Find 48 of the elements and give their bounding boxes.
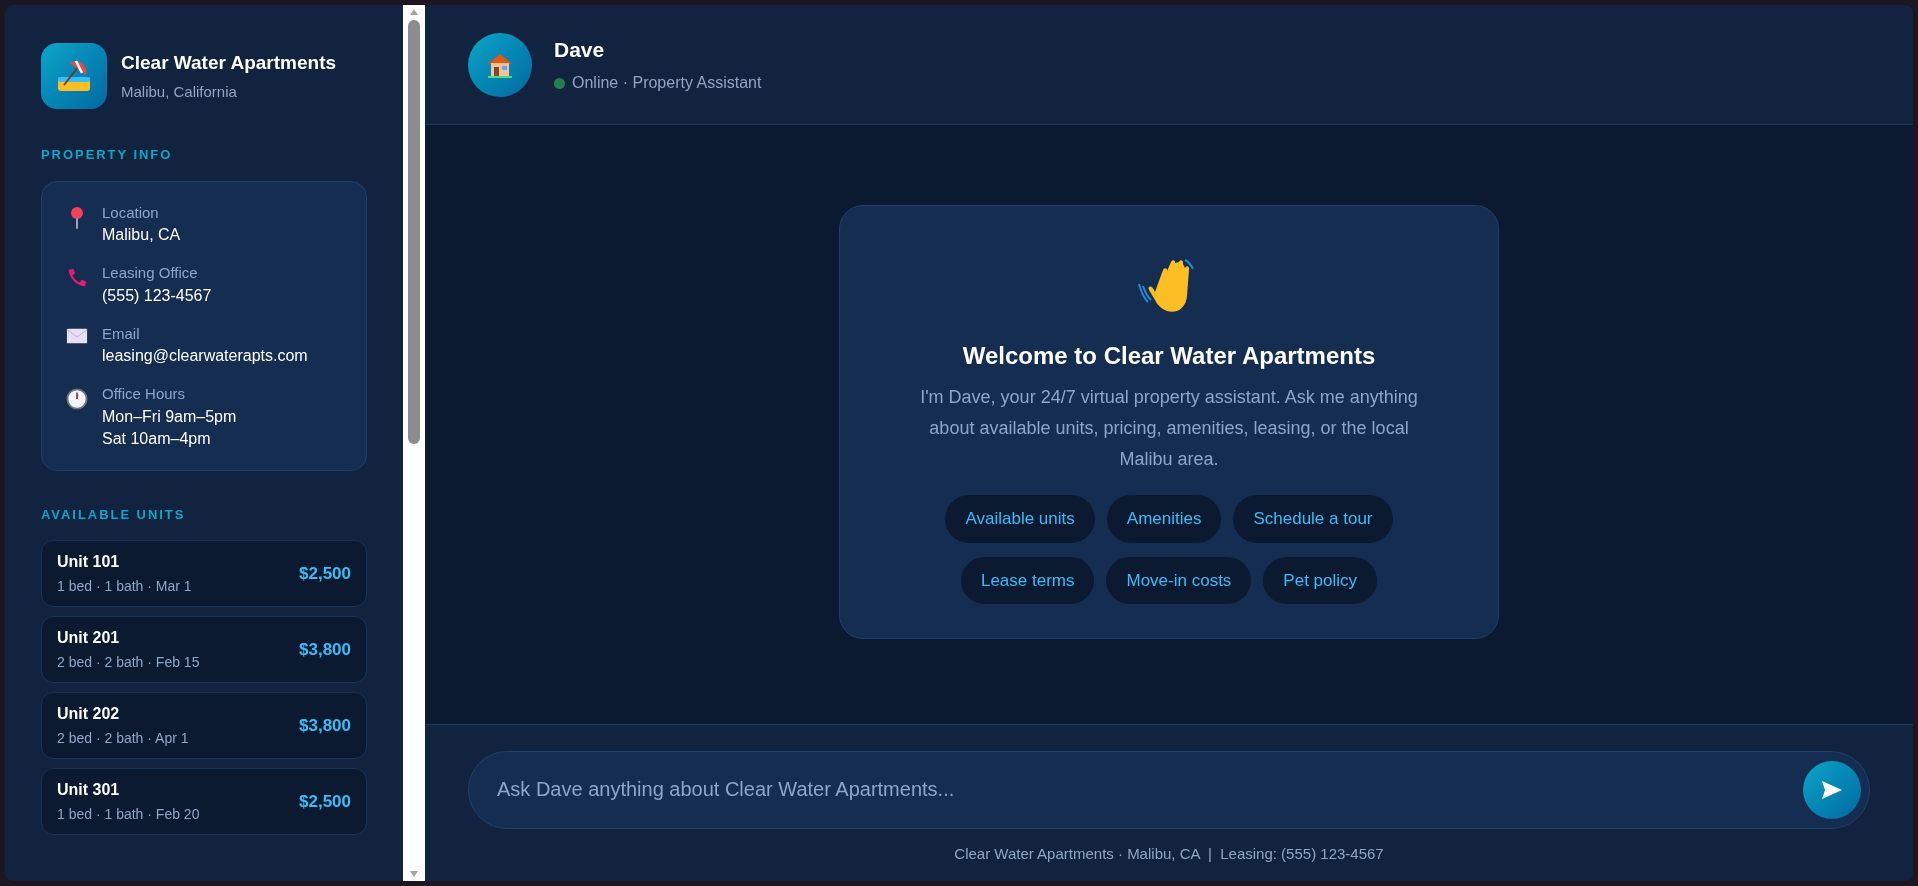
scroll-up-icon[interactable] bbox=[409, 8, 419, 16]
unit-price: $3,800 bbox=[299, 638, 351, 661]
scrollbar[interactable] bbox=[403, 5, 425, 881]
welcome-text: I'm Dave, your 24/7 virtual property assistant. Ask me anything about available units, pricing, amenities, leasing, or the local Malibu area. bbox=[919, 386, 1419, 471]
logo-icon bbox=[41, 43, 107, 109]
info-label: Email bbox=[102, 323, 141, 344]
info-value: (555) 123-4567 bbox=[102, 285, 212, 306]
property-location: Malibu, California bbox=[121, 82, 238, 102]
info-label: Leasing Office bbox=[102, 263, 199, 283]
unit-price: $3,800 bbox=[299, 714, 351, 737]
suggestion-chip[interactable]: Pet policy bbox=[1263, 556, 1378, 604]
unit-details: 1 bed · 1 bath · Feb 20 bbox=[57, 805, 200, 824]
footer-text: Clear Water Apartments · Malibu, CA | Leasing: (555) 123-4567 bbox=[954, 843, 1384, 864]
suggestion-chip[interactable]: Available units bbox=[945, 495, 1095, 543]
info-label: Office Hours bbox=[102, 384, 187, 404]
unit-name: Unit 202 bbox=[57, 704, 121, 724]
unit-details: 1 bed · 1 bath · Mar 1 bbox=[57, 577, 192, 596]
info-value: Mon–Fri 9am–5pm bbox=[102, 406, 237, 427]
message-input[interactable]: Ask Dave anything about Clear Water Apartments... bbox=[468, 750, 1870, 829]
info-value: leasing@clearwaterapts.com bbox=[102, 346, 308, 366]
unit-name: Unit 301 bbox=[57, 780, 121, 800]
clock-icon bbox=[66, 387, 88, 411]
unit-name: Unit 201 bbox=[57, 628, 121, 648]
scroll-down-icon[interactable] bbox=[409, 870, 419, 878]
section-title: PROPERTY INFO bbox=[41, 146, 174, 164]
info-value: Sat 10am–4pm bbox=[102, 428, 212, 449]
envelope-icon bbox=[66, 326, 88, 345]
suggestion-chip[interactable]: Move-in costs bbox=[1106, 556, 1252, 604]
suggestion-chip[interactable]: Amenities bbox=[1106, 495, 1222, 543]
info-value: Malibu, CA bbox=[102, 225, 181, 245]
unit-price: $2,500 bbox=[299, 790, 351, 813]
unit-name: Unit 101 bbox=[57, 552, 121, 572]
unit-price: $2,500 bbox=[299, 562, 351, 585]
send-icon bbox=[1821, 779, 1843, 800]
unit-details: 2 bed · 2 bath · Apr 1 bbox=[57, 729, 189, 748]
unit-card[interactable]: Unit 201 2 bed · 2 bath · Feb 15 $3,800 bbox=[41, 616, 367, 683]
property-name: Clear Water Apartments bbox=[121, 50, 337, 75]
unit-details: 2 bed · 2 bath · Feb 15 bbox=[57, 653, 200, 672]
section-title: AVAILABLE UNITS bbox=[41, 505, 187, 524]
assistant-status: Online · Property Assistant bbox=[572, 73, 762, 94]
suggestion-chip[interactable]: Lease terms bbox=[960, 556, 1095, 604]
assistant-name: Dave bbox=[554, 36, 606, 63]
unit-card[interactable]: Unit 202 2 bed · 2 bath · Apr 1 $3,800 bbox=[41, 692, 367, 759]
unit-card[interactable]: Unit 101 1 bed · 1 bath · Mar 1 $2,500 bbox=[41, 540, 367, 607]
unit-card[interactable]: Unit 301 1 bed · 1 bath · Feb 20 $2,500 bbox=[41, 768, 367, 835]
welcome-title: Welcome to Clear Water Apartments bbox=[962, 341, 1376, 371]
info-label: Location bbox=[102, 202, 160, 223]
suggestion-chip[interactable]: Schedule a tour bbox=[1233, 495, 1393, 543]
